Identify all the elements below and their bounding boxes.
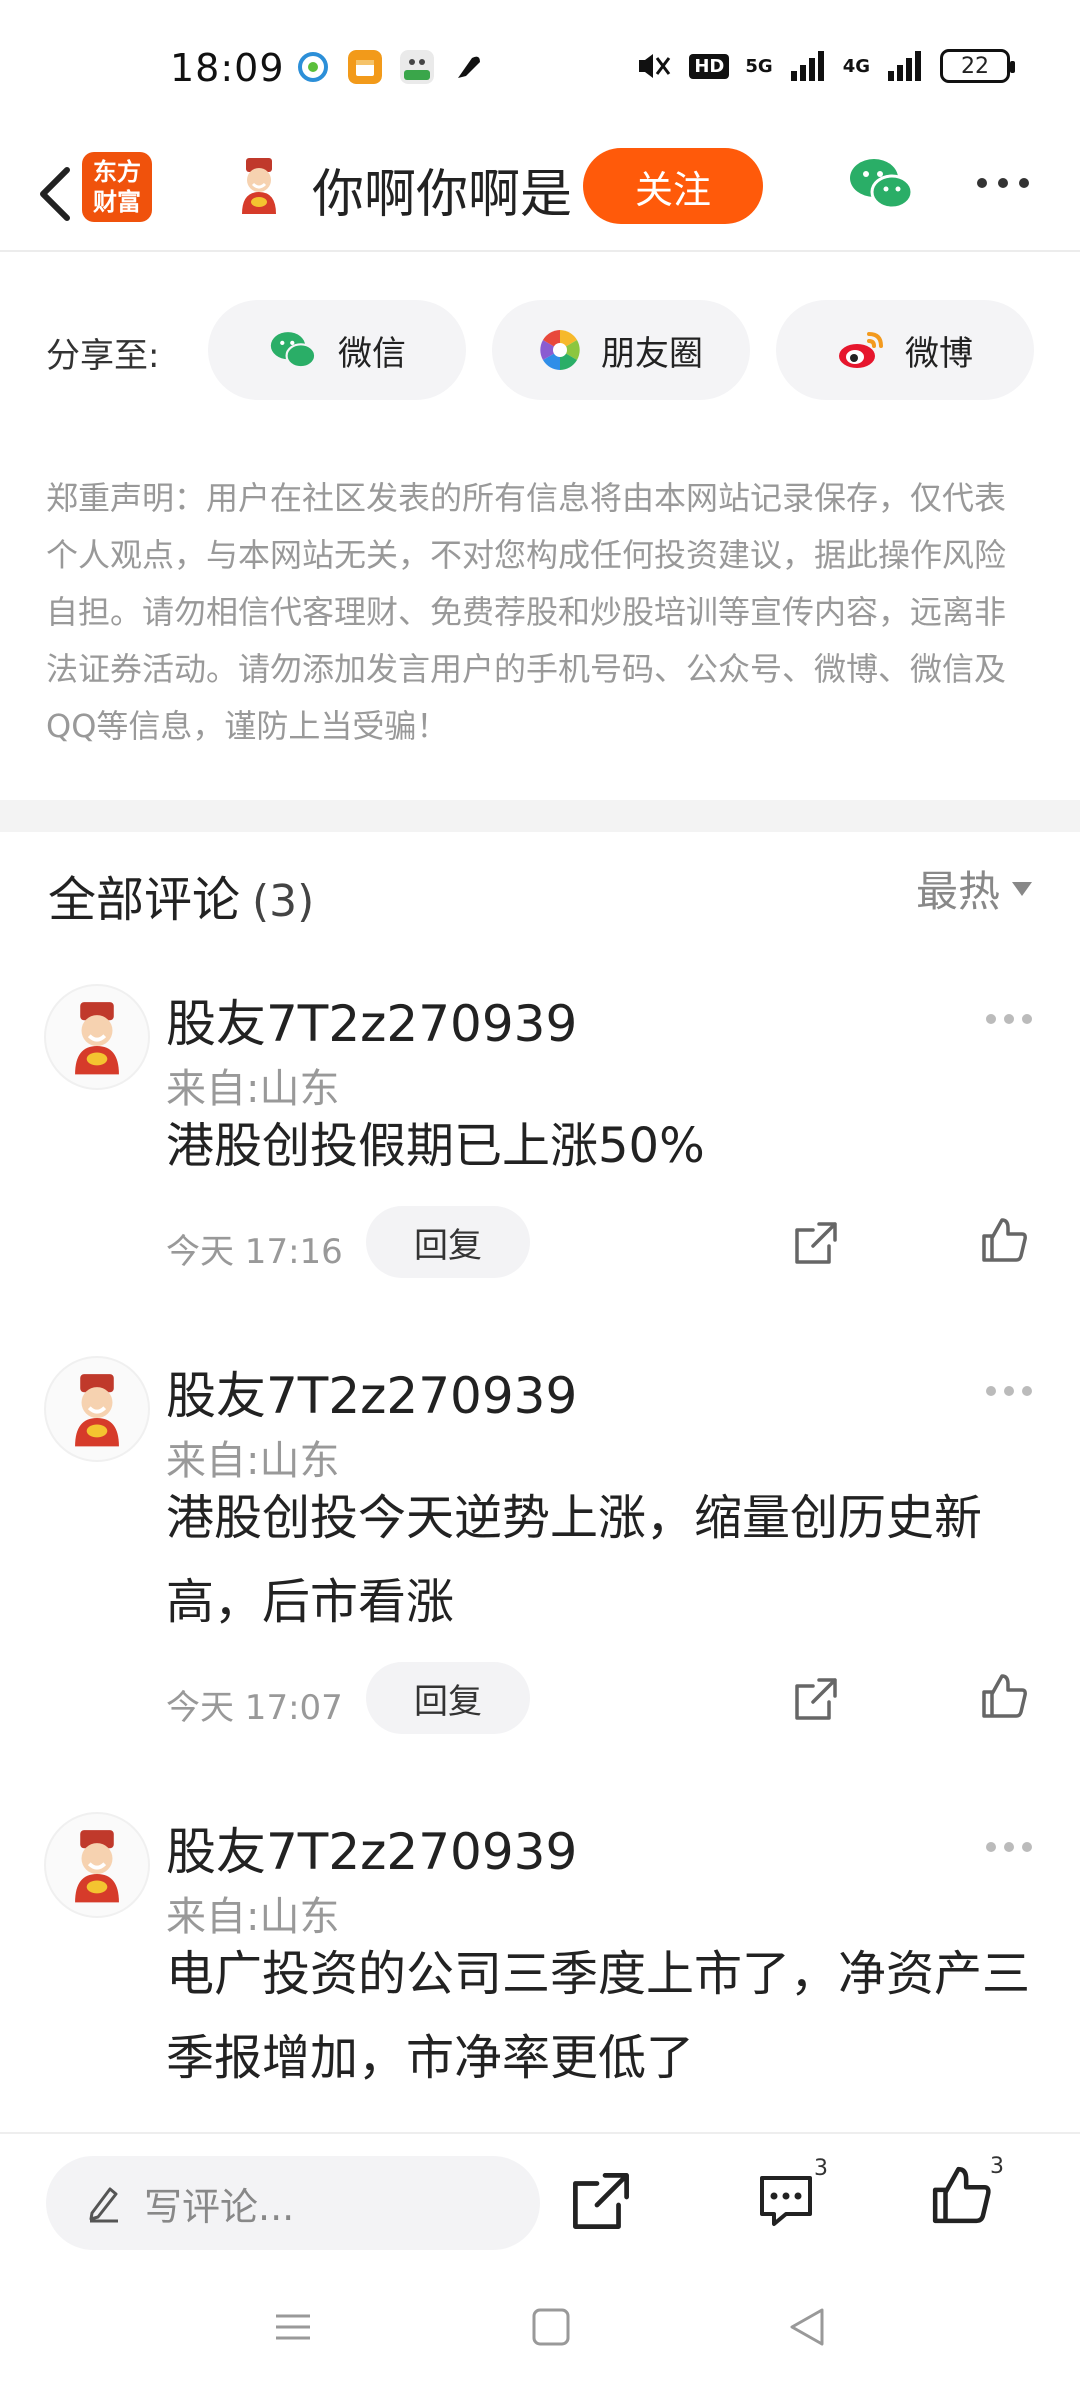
- comments-count: (3): [252, 876, 315, 927]
- share-row: 分享至: 微信 朋友圈 微博: [0, 300, 1080, 400]
- status-app-icons: [296, 50, 486, 84]
- status-bar: 18:09 HD 5G 4G 22: [0, 0, 1080, 140]
- like-button[interactable]: 3: [930, 2154, 1004, 2230]
- comment-input-placeholder: 写评论...: [144, 2184, 295, 2229]
- moments-icon: [540, 330, 580, 370]
- sort-dropdown[interactable]: 最热: [916, 858, 1032, 919]
- weibo-icon: [839, 332, 883, 368]
- menu-icon[interactable]: [272, 2306, 314, 2348]
- comments-heading: 全部评论 (3): [48, 860, 314, 930]
- wechat-icon: [270, 332, 317, 369]
- commenter-avatar[interactable]: [44, 1812, 150, 1918]
- avatar-icon: [75, 1002, 119, 1075]
- signal-icon-2: [888, 51, 921, 81]
- feather-app-icon: [458, 56, 480, 78]
- network-4g-label: 4G: [842, 55, 870, 77]
- home-icon[interactable]: [530, 2306, 572, 2348]
- calendar-app-icon: [348, 50, 382, 84]
- avatar-icon: [75, 1374, 119, 1447]
- follow-button[interactable]: 关注: [583, 148, 763, 224]
- status-indicators: HD 5G 4G 22: [633, 48, 1015, 84]
- mute-icon: [639, 54, 671, 78]
- share-wechat-button[interactable]: 微信: [208, 300, 466, 400]
- section-divider: [0, 800, 1080, 832]
- system-nav-bar: [0, 2272, 1080, 2400]
- comment-bubble-icon: [760, 2176, 812, 2226]
- comment-more-icon[interactable]: [986, 1014, 1032, 1024]
- bottom-action-bar: 写评论... 3 3: [0, 2132, 1080, 2272]
- comments-title: 全部评论: [48, 872, 241, 928]
- oppo-store-icon: [400, 50, 434, 84]
- comment-input[interactable]: 写评论...: [46, 2156, 540, 2250]
- app-header: 东方财富 你啊你啊是 关注: [0, 140, 1080, 252]
- comment-text: 港股创投今天逆势上涨，缩量创历史新高，后市看涨: [166, 1490, 983, 1630]
- share-moments-label: 朋友圈: [601, 333, 703, 374]
- pencil-icon: [89, 2187, 118, 2223]
- signal-icon: [790, 51, 824, 81]
- share-weibo-button[interactable]: 微博: [776, 300, 1034, 400]
- comment-more-icon[interactable]: [986, 1842, 1032, 1852]
- like-count-badge: 3: [990, 2154, 1004, 2179]
- disclaimer-text: 郑重声明：用户在社区发表的所有信息将由本网站记录保存，仅代表个人观点，与本网站无…: [46, 479, 1007, 745]
- comment-count-badge: 3: [814, 2156, 828, 2181]
- share-label: 分享至:: [46, 336, 160, 376]
- back-button[interactable]: [20, 154, 90, 234]
- comment-time: 今天 17:16: [166, 1232, 343, 1272]
- status-time: 18:09: [170, 46, 285, 90]
- share-icon[interactable]: [793, 1676, 839, 1722]
- reply-button[interactable]: 回复: [366, 1662, 530, 1734]
- share-weibo-label: 微博: [905, 333, 973, 374]
- comment-text: 电广投资的公司三季度上市了，净资产三季报增加，市净率更低了: [166, 1946, 1031, 2086]
- user-avatar[interactable]: [228, 154, 290, 216]
- avatar-icon: [75, 1830, 119, 1903]
- mobile-carrier-icon: [298, 52, 328, 82]
- sort-label: 最热: [915, 867, 1000, 916]
- battery-indicator: 22: [940, 49, 1015, 83]
- share-icon[interactable]: [570, 2170, 632, 2232]
- page-title: 你啊你啊是: [312, 165, 573, 225]
- comment-text: 港股创投假期已上涨50%: [166, 1118, 705, 1174]
- commenter-name[interactable]: 股友7T2z270939: [166, 1356, 577, 1428]
- thumbs-up-icon: [932, 2166, 991, 2224]
- comments-button[interactable]: 3: [756, 2156, 828, 2234]
- commenter-name[interactable]: 股友7T2z270939: [166, 1812, 577, 1884]
- share-wechat-label: 微信: [338, 333, 406, 374]
- triangle-down-icon: [1012, 881, 1032, 896]
- chevron-left-icon: [40, 167, 70, 221]
- comment-more-icon[interactable]: [986, 1386, 1032, 1396]
- wechat-share-icon[interactable]: [848, 156, 914, 212]
- comment-time: 今天 17:07: [166, 1688, 343, 1728]
- reply-button[interactable]: 回复: [366, 1206, 530, 1278]
- commenter-avatar[interactable]: [44, 1356, 150, 1462]
- share-moments-button[interactable]: 朋友圈: [492, 300, 750, 400]
- thumbs-up-icon[interactable]: [980, 1672, 1028, 1720]
- thumbs-up-icon[interactable]: [980, 1216, 1028, 1264]
- commenter-name[interactable]: 股友7T2z270939: [166, 984, 577, 1056]
- share-icon[interactable]: [793, 1220, 839, 1266]
- commenter-avatar[interactable]: [44, 984, 150, 1090]
- brand-logo[interactable]: 东方财富: [82, 152, 152, 222]
- back-triangle-icon[interactable]: [786, 2306, 828, 2348]
- more-icon[interactable]: [975, 176, 1031, 190]
- hd-badge: HD: [689, 53, 730, 79]
- network-5g-label: 5G: [745, 55, 773, 77]
